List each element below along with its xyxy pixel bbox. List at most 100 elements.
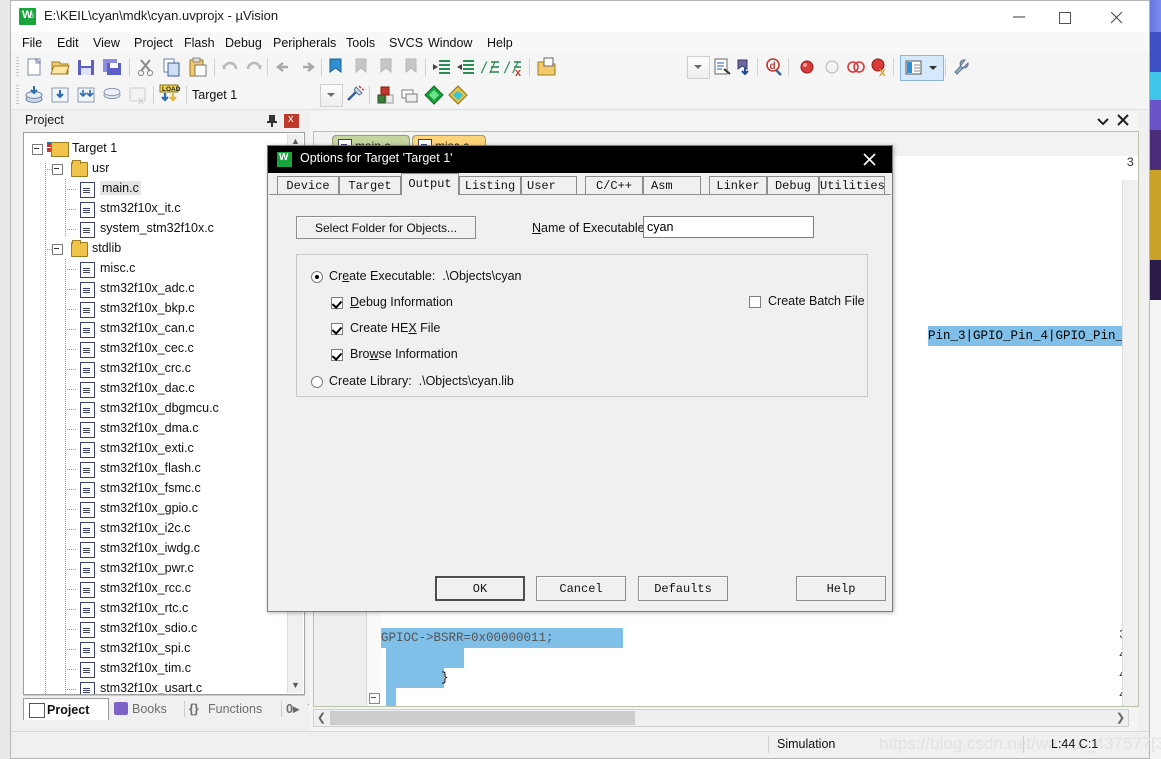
menu-item-view[interactable]: View bbox=[88, 35, 125, 51]
menu-item-project[interactable]: Project bbox=[129, 35, 178, 51]
create-library-radio[interactable] bbox=[311, 376, 323, 388]
project-window-dropdown-icon[interactable] bbox=[929, 66, 937, 70]
project-tree[interactable]: Target 1 usr main.c stm32f10x_it.c syste… bbox=[23, 132, 305, 695]
tab-target[interactable]: Target bbox=[339, 176, 401, 195]
tab-asm[interactable]: Asm bbox=[643, 176, 701, 195]
tab-functions[interactable]: {} Functions bbox=[187, 698, 289, 720]
open-file-icon[interactable] bbox=[49, 56, 71, 78]
menu-item-file[interactable]: File bbox=[17, 35, 47, 51]
defaults-button[interactable]: Defaults bbox=[638, 576, 728, 601]
bookmark-jump-icon[interactable] bbox=[734, 56, 756, 78]
breakpoint-disable-all-icon[interactable] bbox=[845, 56, 867, 78]
breakpoint-insert-icon[interactable] bbox=[796, 56, 818, 78]
navigate-back-icon[interactable] bbox=[272, 56, 294, 78]
breakpoint-disable-icon[interactable] bbox=[821, 56, 843, 78]
editor-horizontal-scrollbar[interactable]: ❮ ❯ bbox=[313, 709, 1129, 727]
save-icon[interactable] bbox=[75, 56, 97, 78]
translate-icon[interactable] bbox=[23, 84, 45, 106]
tab-utilities[interactable]: Utilities bbox=[819, 176, 885, 195]
bookmark-prev-icon[interactable] bbox=[350, 56, 372, 78]
combo-dropdown-icon[interactable] bbox=[687, 56, 710, 79]
stop-build-icon[interactable]: x bbox=[127, 84, 149, 107]
dialog-close-icon[interactable] bbox=[848, 146, 892, 173]
cancel-button[interactable]: Cancel bbox=[536, 576, 626, 601]
menu-item-tools[interactable]: Tools bbox=[341, 35, 380, 51]
batch-build-icon[interactable] bbox=[101, 84, 123, 106]
pack-manager-icon[interactable] bbox=[447, 84, 469, 106]
copy-icon[interactable] bbox=[161, 56, 183, 78]
tree-expand-toggle-usr[interactable] bbox=[52, 164, 63, 175]
menu-item-flash[interactable]: Flash bbox=[179, 35, 220, 51]
menu-item-window[interactable]: Window bbox=[423, 35, 477, 51]
pin-icon[interactable] bbox=[265, 114, 279, 128]
save-all-icon[interactable] bbox=[101, 56, 123, 78]
open-window-icon[interactable] bbox=[535, 56, 557, 78]
menu-item-debug[interactable]: Debug bbox=[220, 35, 267, 51]
tree-expand-toggle[interactable] bbox=[32, 144, 43, 155]
bookmark-next-icon[interactable] bbox=[375, 56, 397, 78]
tab-linker[interactable]: Linker bbox=[709, 176, 767, 195]
project-window-icon[interactable] bbox=[900, 55, 944, 81]
close-button[interactable] bbox=[1095, 1, 1141, 32]
target-select-value[interactable]: Target 1 bbox=[192, 88, 237, 102]
browse-information-checkbox[interactable] bbox=[331, 349, 343, 361]
rebuild-icon[interactable] bbox=[75, 84, 97, 106]
cut-icon[interactable] bbox=[135, 56, 157, 78]
select-folder-for-objects-button[interactable]: Select Folder for Objects... bbox=[296, 216, 476, 239]
chevron-down-icon[interactable] bbox=[1097, 115, 1109, 127]
create-hex-file-checkbox[interactable] bbox=[331, 323, 343, 335]
new-file-icon[interactable] bbox=[23, 56, 45, 78]
outdent-icon[interactable] bbox=[455, 56, 477, 78]
create-executable-radio[interactable] bbox=[311, 271, 323, 283]
download-icon[interactable]: LOAD bbox=[158, 84, 181, 106]
tab-device[interactable]: Device bbox=[277, 176, 339, 195]
indent-icon[interactable] bbox=[431, 56, 453, 78]
help-button[interactable]: Help bbox=[796, 576, 886, 601]
tab-output[interactable]: Output bbox=[401, 173, 459, 195]
scroll-down-icon[interactable]: ▼ bbox=[288, 678, 303, 693]
navigate-forward-icon[interactable] bbox=[297, 56, 319, 78]
maximize-button[interactable] bbox=[1043, 1, 1089, 32]
name-of-executable-input[interactable]: cyan bbox=[643, 216, 814, 238]
tree-expand-toggle-stdlib[interactable] bbox=[52, 244, 63, 255]
editor-close-icon[interactable] bbox=[1117, 114, 1131, 128]
ok-button[interactable]: OK bbox=[435, 576, 525, 601]
undo-icon[interactable] bbox=[219, 56, 241, 78]
build-icon[interactable] bbox=[49, 84, 71, 106]
target-select-dropdown-icon[interactable] bbox=[320, 84, 343, 107]
menu-item-svcs[interactable]: SVCS bbox=[384, 35, 428, 51]
create-batch-file-checkbox[interactable] bbox=[749, 296, 761, 308]
build-toolbar-grip[interactable] bbox=[16, 85, 19, 105]
tab-debug[interactable]: Debug bbox=[767, 176, 819, 195]
pack-installer-icon[interactable] bbox=[423, 84, 445, 106]
tab-listing[interactable]: Listing bbox=[459, 176, 521, 195]
target-options-icon[interactable] bbox=[344, 84, 366, 106]
configuration-wizard-icon[interactable] bbox=[951, 56, 973, 78]
menu-item-peripherals[interactable]: Peripherals bbox=[268, 35, 341, 51]
menu-item-edit[interactable]: Edit bbox=[52, 35, 84, 51]
bookmark-toggle-icon[interactable] bbox=[325, 56, 347, 78]
breakpoint-kill-all-icon[interactable]: x bbox=[869, 56, 891, 79]
redo-icon[interactable] bbox=[243, 56, 265, 78]
tab-c-cpp[interactable]: C/C++ bbox=[585, 176, 643, 195]
debug-information-checkbox[interactable] bbox=[331, 297, 343, 309]
tab-user[interactable]: User bbox=[521, 176, 577, 195]
bookmark-clear-icon[interactable] bbox=[400, 56, 422, 78]
minimize-button[interactable] bbox=[997, 1, 1043, 32]
find-in-files-icon[interactable] bbox=[711, 56, 733, 78]
project-panel-close-icon[interactable] bbox=[284, 113, 299, 128]
tab-books[interactable]: Books bbox=[111, 698, 193, 720]
menu-item-help[interactable]: Help bbox=[482, 35, 518, 51]
fold-marker[interactable] bbox=[369, 693, 380, 704]
toolbar-grip[interactable] bbox=[16, 57, 19, 77]
uncomment-icon[interactable]: //x bbox=[503, 56, 525, 79]
scroll-left-icon[interactable]: ❮ bbox=[314, 710, 329, 726]
editor-vertical-scrollbar[interactable] bbox=[1122, 180, 1138, 706]
find-icon[interactable]: d bbox=[763, 56, 785, 78]
scroll-right-icon[interactable]: ❯ bbox=[1113, 710, 1128, 726]
multi-project-icon[interactable] bbox=[399, 84, 421, 106]
hscrollbar-thumb[interactable] bbox=[330, 711, 635, 725]
tab-project[interactable]: Project bbox=[23, 698, 109, 720]
paste-icon[interactable] bbox=[187, 56, 209, 78]
comment-icon[interactable]: // bbox=[479, 56, 501, 78]
